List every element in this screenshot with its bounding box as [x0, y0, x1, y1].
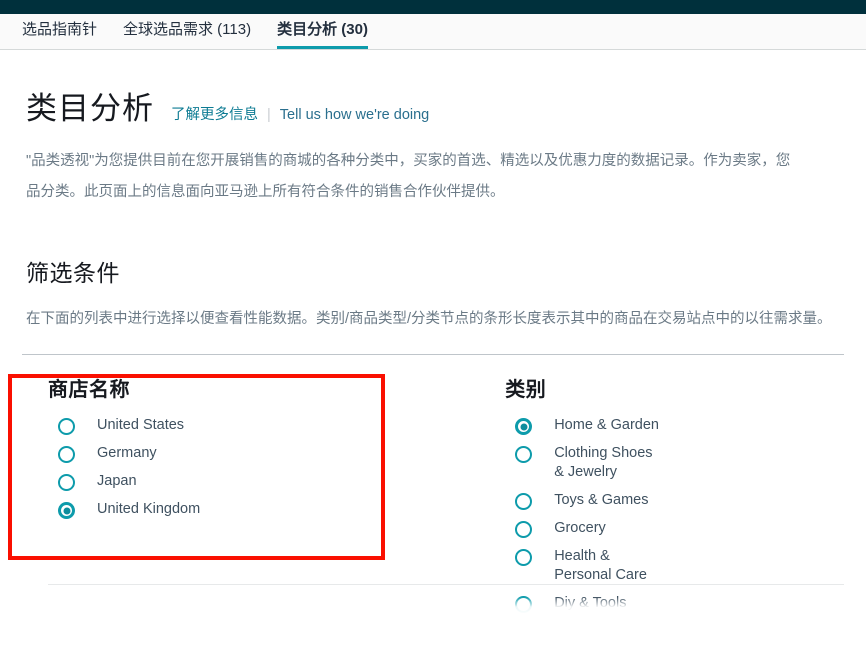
store-option-list: United States Germany Japan United Kingd…	[48, 416, 485, 519]
page-header: 类目分析 了解更多信息 | Tell us how we're doing	[22, 93, 844, 124]
store-name-panel: 商店名称 United States Germany Japan United …	[22, 355, 485, 615]
intro-line-2: 品分类。此页面上的信息面向亚马逊上所有符合条件的销售合作伙伴提供。	[26, 184, 505, 200]
radio-icon-selected[interactable]	[515, 418, 533, 435]
page-title: 类目分析	[26, 91, 154, 126]
learn-more-link[interactable]: 了解更多信息	[171, 103, 258, 124]
list-bottom-divider	[48, 584, 844, 585]
intro-line-1: "品类透视"为您提供目前在您开展销售的商城的各种分类中，买家的首选、精选以及优惠…	[26, 153, 791, 169]
radio-icon[interactable]	[515, 521, 533, 538]
tab-bar: 选品指南针 全球选品需求 (113) 类目分析 (30)	[0, 14, 866, 50]
option-label[interactable]: Health & Personal Care	[554, 547, 659, 585]
tab-label: 选品指南针	[22, 21, 98, 38]
radio-icon[interactable]	[58, 446, 75, 463]
category-option-health-personal-care[interactable]: Health & Personal Care	[515, 547, 844, 585]
store-option-germany[interactable]: Germany	[58, 444, 485, 463]
store-panel-heading: 商店名称	[48, 379, 130, 401]
radio-icon[interactable]	[515, 446, 533, 463]
category-option-grocery[interactable]: Grocery	[515, 519, 844, 538]
option-label[interactable]: Japan	[97, 472, 202, 491]
radio-icon-selected[interactable]	[58, 502, 75, 519]
category-option-diy-tools[interactable]: Diy & Tools	[515, 594, 844, 613]
intro-paragraph: "品类透视"为您提供目前在您开展销售的商城的各种分类中，买家的首选、精选以及优惠…	[22, 146, 866, 208]
radio-icon[interactable]	[515, 493, 533, 510]
category-option-home-garden[interactable]: Home & Garden	[515, 416, 844, 435]
option-label[interactable]: United Kingdom	[97, 500, 202, 519]
tab-category-analysis[interactable]: 类目分析 (30)	[277, 22, 368, 49]
option-label[interactable]: Toys & Games	[554, 491, 659, 510]
option-label[interactable]: Germany	[97, 444, 202, 463]
store-option-japan[interactable]: Japan	[58, 472, 485, 491]
filter-panels: 商店名称 United States Germany Japan United …	[22, 354, 844, 615]
top-app-bar	[0, 0, 866, 14]
store-option-united-kingdom[interactable]: United Kingdom	[58, 500, 485, 519]
link-divider: |	[267, 107, 271, 123]
option-label[interactable]: Diy & Tools	[554, 594, 659, 613]
tab-label: 全球选品需求 (113)	[123, 21, 252, 38]
option-label[interactable]: Home & Garden	[554, 416, 659, 435]
category-option-toys-games[interactable]: Toys & Games	[515, 491, 844, 510]
tab-label: 类目分析 (30)	[277, 21, 368, 38]
filters-section-title: 筛选条件	[26, 260, 120, 286]
category-panel: 类别 Home & Garden Clothing Shoes & Jewelr…	[485, 355, 844, 615]
option-label[interactable]: Clothing Shoes & Jewelry	[554, 444, 659, 482]
header-links: 了解更多信息 | Tell us how we're doing	[171, 103, 429, 124]
category-option-clothing-shoes-jewelry[interactable]: Clothing Shoes & Jewelry	[515, 444, 844, 482]
radio-icon[interactable]	[515, 549, 533, 566]
option-label[interactable]: United States	[97, 416, 202, 435]
category-panel-heading: 类别	[505, 379, 547, 401]
radio-icon[interactable]	[58, 418, 75, 435]
radio-icon[interactable]	[58, 474, 75, 491]
radio-icon[interactable]	[515, 596, 533, 613]
tab-global-selection-demand[interactable]: 全球选品需求 (113)	[123, 22, 251, 49]
store-option-united-states[interactable]: United States	[58, 416, 485, 435]
option-label[interactable]: Grocery	[554, 519, 659, 538]
page-content: 类目分析 了解更多信息 | Tell us how we're doing "品…	[0, 93, 866, 615]
tab-selection-compass[interactable]: 选品指南针	[22, 22, 97, 49]
feedback-link[interactable]: Tell us how we're doing	[280, 107, 429, 123]
filters-section-description: 在下面的列表中进行选择以便查看性能数据。类别/商品类型/分类节点的条形长度表示其…	[26, 311, 832, 327]
